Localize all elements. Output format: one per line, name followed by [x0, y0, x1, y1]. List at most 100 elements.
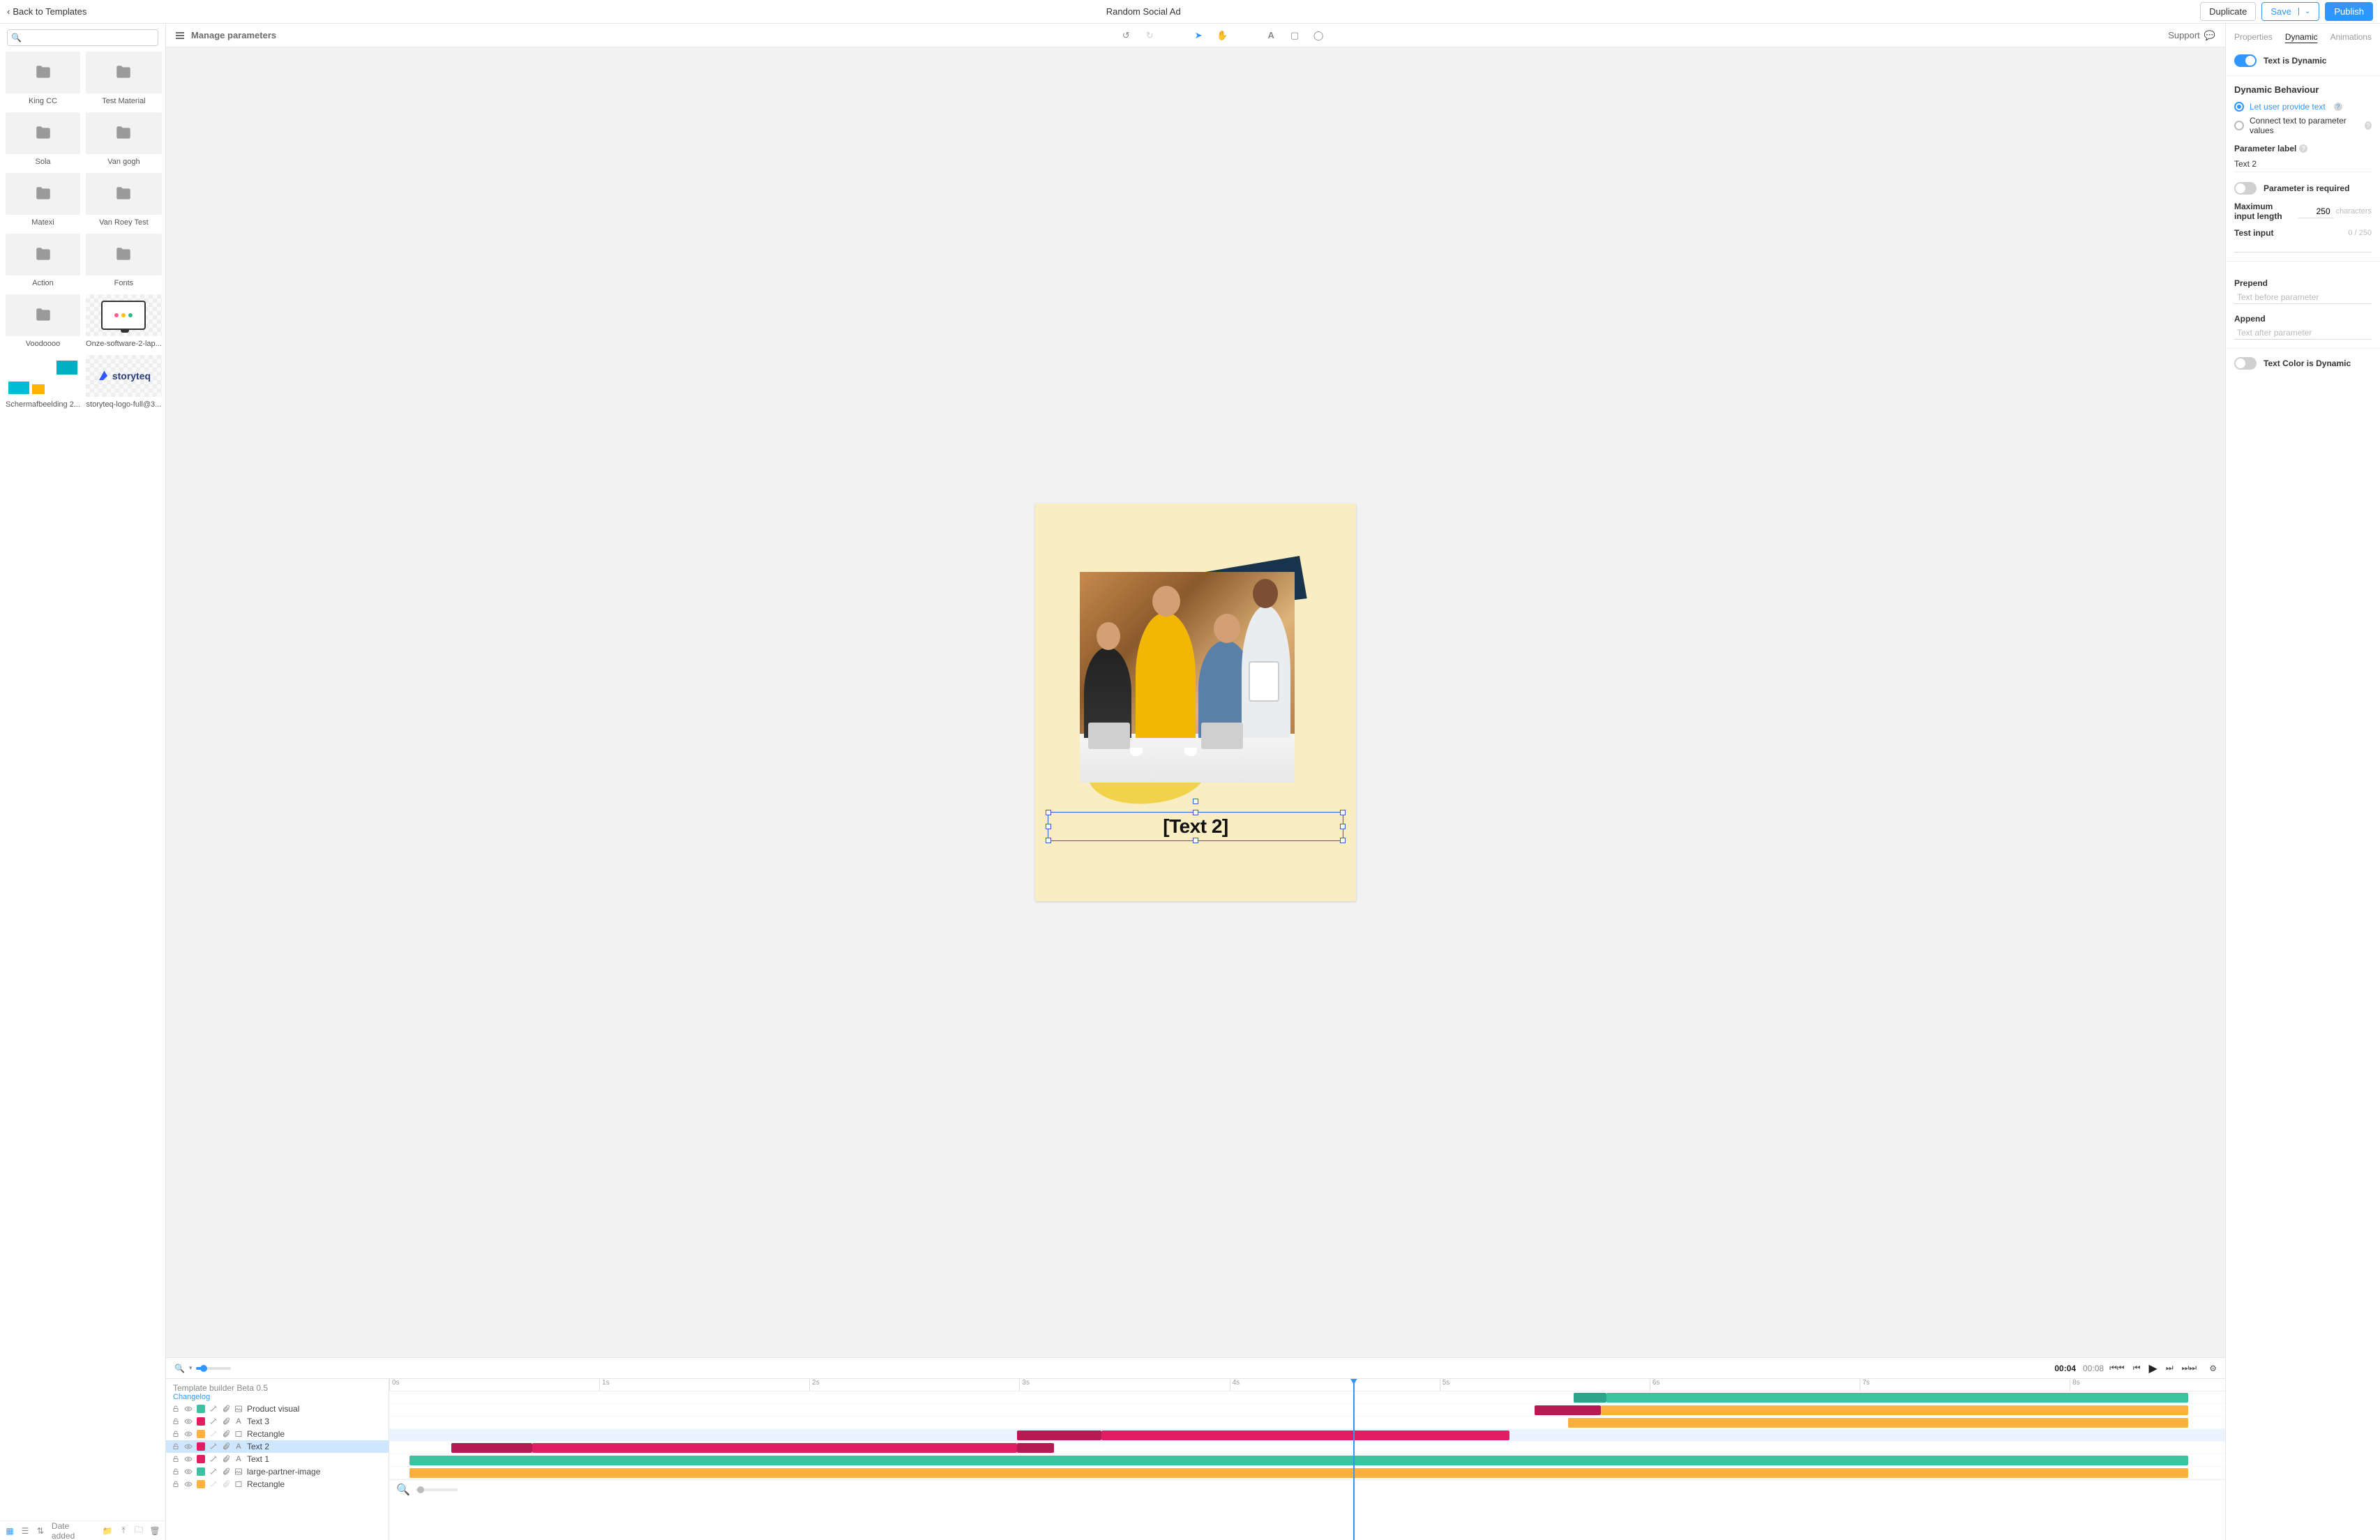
attachment-icon[interactable] — [222, 1430, 230, 1438]
lock-icon[interactable] — [172, 1405, 180, 1413]
fx-icon[interactable] — [209, 1417, 218, 1426]
asset-item[interactable]: Test Material — [86, 52, 162, 105]
next-frame-icon[interactable]: ⏭ — [2166, 1363, 2174, 1373]
timeline-bar[interactable] — [1568, 1418, 2189, 1428]
layer-color-swatch[interactable] — [197, 1455, 205, 1463]
visibility-icon[interactable] — [184, 1442, 193, 1451]
asset-item[interactable]: King CC — [6, 52, 80, 105]
option-connect-to-params[interactable]: Connect text to parameter values ? — [2234, 116, 2372, 135]
visibility-icon[interactable] — [184, 1480, 193, 1488]
lock-icon[interactable] — [172, 1480, 180, 1488]
tab-animations[interactable]: Animations — [2330, 32, 2372, 42]
layer-color-swatch[interactable] — [197, 1467, 205, 1476]
zoom-magnifier-icon[interactable]: 🔍 — [174, 1364, 185, 1373]
sort-icon[interactable]: ⇅ — [36, 1526, 45, 1536]
fx-icon[interactable] — [209, 1405, 218, 1413]
track-row[interactable] — [389, 1391, 2225, 1404]
forward-icon[interactable]: ⏭⏭ — [2182, 1363, 2197, 1373]
timeline-bar[interactable] — [1101, 1430, 1509, 1440]
timeline-bar[interactable] — [1535, 1405, 1601, 1415]
grid-view-icon[interactable]: ▦ — [6, 1526, 14, 1536]
ellipse-tool-icon[interactable]: ◯ — [1313, 30, 1324, 41]
new-folder-icon[interactable]: 🗀 — [135, 1526, 143, 1536]
playback-settings-icon[interactable]: ⚙ — [2209, 1364, 2217, 1373]
timeline-bar[interactable] — [409, 1456, 2188, 1465]
timeline-zoom-icon[interactable]: 🔍 — [396, 1483, 410, 1497]
track-row[interactable] — [389, 1467, 2225, 1479]
prepend-input[interactable] — [2234, 291, 2372, 304]
lock-icon[interactable] — [172, 1467, 180, 1476]
timeline-bar[interactable] — [1017, 1443, 1054, 1453]
fx-icon[interactable] — [209, 1442, 218, 1451]
asset-item[interactable]: Onze-software-2-lap... — [86, 294, 162, 348]
help-icon[interactable]: ? — [2334, 103, 2342, 111]
attachment-icon[interactable] — [222, 1417, 230, 1426]
tab-properties[interactable]: Properties — [2234, 32, 2273, 42]
layer-row[interactable]: AText 2 — [166, 1440, 389, 1453]
duplicate-button[interactable]: Duplicate — [2200, 2, 2256, 21]
text-is-dynamic-toggle[interactable] — [2234, 54, 2257, 67]
track-row[interactable] — [389, 1442, 2225, 1454]
layer-row[interactable]: Rectangle — [166, 1478, 389, 1490]
layer-row[interactable]: Rectangle — [166, 1428, 389, 1440]
asset-item[interactable]: storyteqstoryteq-logo-full@3... — [86, 355, 162, 409]
attachment-icon[interactable] — [222, 1405, 230, 1413]
selection-handle[interactable] — [1340, 810, 1346, 815]
hand-tool-icon[interactable]: ✋ — [1217, 30, 1228, 41]
layer-row[interactable]: AText 1 — [166, 1453, 389, 1465]
redo-icon[interactable]: ↻ — [1144, 30, 1155, 41]
changelog-link[interactable]: Changelog — [173, 1393, 382, 1401]
selection-handle[interactable] — [1046, 810, 1051, 815]
pointer-tool-icon[interactable]: ➤ — [1193, 30, 1204, 41]
append-input[interactable] — [2234, 326, 2372, 340]
attachment-icon[interactable] — [222, 1467, 230, 1476]
help-icon[interactable]: ? — [2365, 121, 2372, 130]
back-to-templates[interactable]: ‹ Back to Templates — [7, 6, 86, 17]
visibility-icon[interactable] — [184, 1405, 193, 1413]
canvas-zoom-slider[interactable] — [196, 1367, 231, 1370]
hamburger-icon[interactable] — [176, 32, 184, 39]
rewind-icon[interactable]: ⏮⏮ — [2109, 1363, 2125, 1373]
prev-frame-icon[interactable]: ⏮ — [2133, 1363, 2141, 1373]
track-row[interactable] — [389, 1429, 2225, 1442]
list-view-icon[interactable]: ☰ — [21, 1526, 29, 1536]
fx-icon[interactable] — [209, 1430, 218, 1438]
timeline-bar[interactable] — [1601, 1405, 2188, 1415]
fx-icon[interactable] — [209, 1455, 218, 1463]
save-caret-icon[interactable]: ⌄ — [2298, 8, 2310, 15]
timeline-zoom-slider[interactable] — [416, 1488, 458, 1491]
visibility-icon[interactable] — [184, 1417, 193, 1426]
visibility-icon[interactable] — [184, 1455, 193, 1463]
layer-row[interactable]: AText 3 — [166, 1415, 389, 1428]
help-icon[interactable]: ? — [2299, 144, 2307, 153]
folder-open-icon[interactable]: 📁 — [103, 1526, 112, 1536]
text-2-layer[interactable]: [Text 2] — [1048, 812, 1343, 841]
layer-color-swatch[interactable] — [197, 1430, 205, 1438]
timeline-bar[interactable] — [451, 1443, 532, 1453]
lock-icon[interactable] — [172, 1417, 180, 1426]
timeline-bar[interactable] — [1606, 1393, 2188, 1403]
test-input-field[interactable] — [2234, 239, 2372, 252]
lock-icon[interactable] — [172, 1442, 180, 1451]
support-link[interactable]: Support 💬 — [2168, 30, 2215, 41]
tab-dynamic[interactable]: Dynamic — [2285, 32, 2318, 42]
option-user-provide-text[interactable]: Let user provide text ? — [2234, 102, 2372, 112]
save-button[interactable]: Save ⌄ — [2261, 2, 2319, 21]
trash-icon[interactable]: 🗑 — [150, 1526, 160, 1536]
visibility-icon[interactable] — [184, 1467, 193, 1476]
visibility-icon[interactable] — [184, 1430, 193, 1438]
track-row[interactable] — [389, 1454, 2225, 1467]
selection-handle[interactable] — [1046, 838, 1051, 843]
text-color-dynamic-toggle[interactable] — [2234, 357, 2257, 370]
selection-handle[interactable] — [1340, 838, 1346, 843]
timeline-bar[interactable] — [532, 1443, 1017, 1453]
layer-row[interactable]: large-partner-image — [166, 1465, 389, 1478]
attachment-icon[interactable] — [222, 1455, 230, 1463]
asset-item[interactable]: Fonts — [86, 234, 162, 287]
selection-handle[interactable] — [1193, 838, 1198, 843]
layer-color-swatch[interactable] — [197, 1442, 205, 1451]
max-length-input[interactable] — [2298, 205, 2333, 218]
layer-color-swatch[interactable] — [197, 1417, 205, 1426]
manage-parameters-link[interactable]: Manage parameters — [191, 30, 276, 40]
asset-item[interactable]: Van Roey Test — [86, 173, 162, 227]
